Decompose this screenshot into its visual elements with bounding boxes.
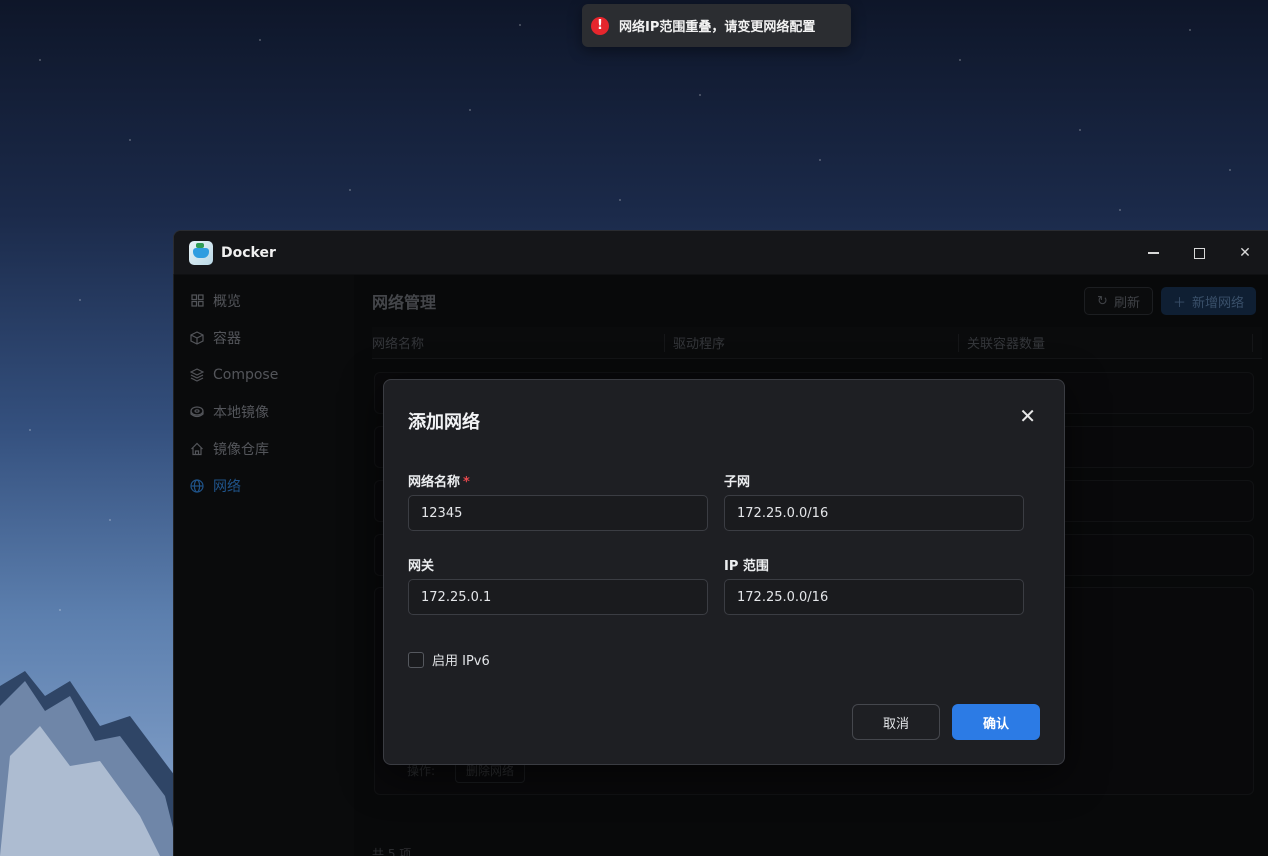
dialog-title: 添加网络 xyxy=(408,412,480,433)
cancel-button[interactable]: 取消 xyxy=(852,704,940,740)
close-icon: ✕ xyxy=(1019,404,1036,428)
mountain-wallpaper xyxy=(0,671,180,856)
subnet-field: 子网 172.25.0.0/16 xyxy=(724,471,1024,531)
ip-range-field: IP 范围 172.25.0.0/16 xyxy=(724,555,1024,615)
close-window-button[interactable]: ✕ xyxy=(1222,231,1268,275)
app-title: Docker xyxy=(221,245,276,261)
gateway-label: 网关 xyxy=(408,559,435,574)
network-name-label: 网络名称 xyxy=(408,475,461,490)
ipv6-checkbox[interactable] xyxy=(408,651,424,668)
minimize-button[interactable] xyxy=(1130,231,1176,275)
close-dialog-button[interactable]: ✕ xyxy=(1019,406,1036,426)
docker-logo-icon xyxy=(189,241,213,265)
network-name-input[interactable]: 12345 xyxy=(408,495,708,531)
close-icon: ✕ xyxy=(1239,245,1251,261)
confirm-button[interactable]: 确认 xyxy=(952,704,1040,740)
subnet-label: 子网 xyxy=(724,475,751,490)
error-icon: ! xyxy=(591,16,609,35)
ipv6-label: 启用 IPv6 xyxy=(432,654,490,669)
add-network-dialog: 添加网络 ✕ 网络名称 * 12345 子网 172.25.0.0/16 网关 1… xyxy=(383,379,1065,765)
required-mark: * xyxy=(463,475,470,490)
error-toast: ! 网络IP范围重叠，请变更网络配置 xyxy=(582,4,851,47)
gateway-input[interactable]: 172.25.0.1 xyxy=(408,579,708,615)
ip-range-input[interactable]: 172.25.0.0/16 xyxy=(724,579,1024,615)
toast-message: 网络IP范围重叠，请变更网络配置 xyxy=(619,20,816,35)
ip-range-label: IP 范围 xyxy=(724,559,769,574)
gateway-field: 网关 172.25.0.1 xyxy=(408,555,708,615)
subnet-input[interactable]: 172.25.0.0/16 xyxy=(724,495,1024,531)
network-name-field: 网络名称 * 12345 xyxy=(408,471,708,531)
title-bar[interactable]: Docker ✕ xyxy=(174,231,1268,275)
maximize-button[interactable] xyxy=(1176,231,1222,275)
ipv6-toggle[interactable]: 启用 IPv6 xyxy=(408,650,490,669)
minimize-icon xyxy=(1147,252,1159,254)
maximize-icon xyxy=(1193,247,1205,259)
